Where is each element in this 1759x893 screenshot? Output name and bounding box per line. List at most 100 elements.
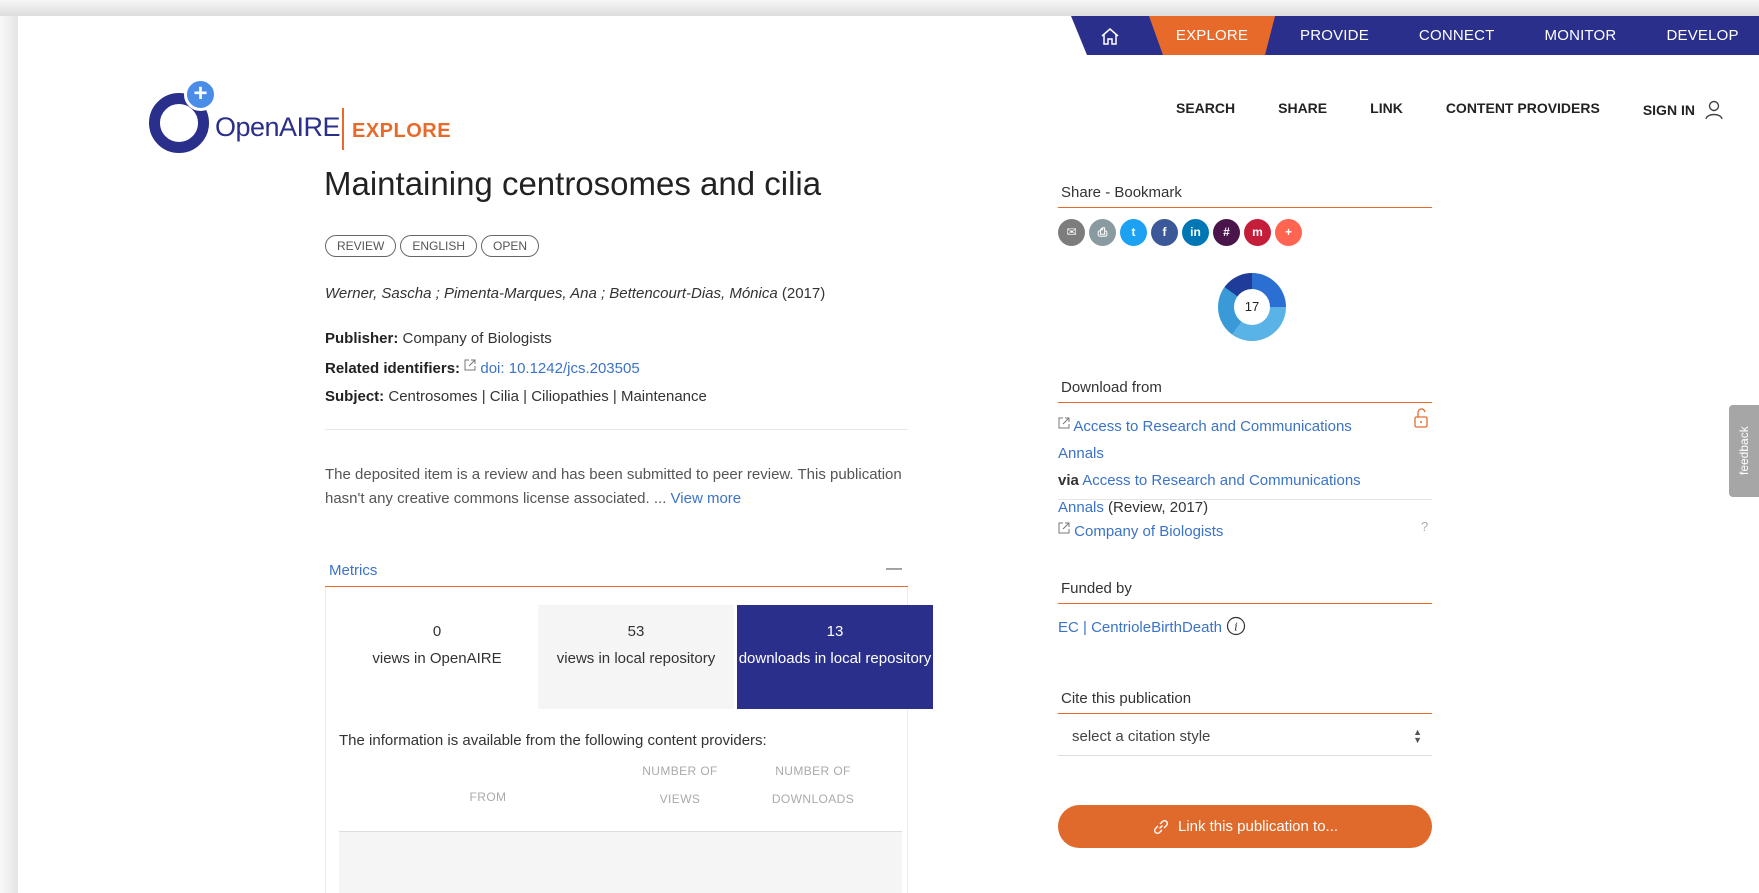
badge-access: OPEN [481, 235, 540, 257]
funder-link[interactable]: EC | CentrioleBirthDeath [1058, 619, 1222, 636]
print-icon[interactable]: ⎙ [1089, 219, 1116, 246]
badge-language: ENGLISH [400, 235, 478, 257]
home-icon [1101, 28, 1119, 45]
facebook-icon[interactable]: f [1151, 219, 1178, 246]
logo-text-explore: EXPLORE [352, 120, 452, 142]
via-link[interactable]: Access to Research and Communications An… [1058, 472, 1361, 516]
table-row [339, 831, 902, 893]
topnav-monitor[interactable]: MONITOR [1520, 16, 1642, 55]
link-publication-button[interactable]: Link this publication to... [1058, 805, 1432, 848]
subject-label: Subject: [325, 388, 385, 405]
via-label: via [1058, 472, 1079, 489]
feedback-tab[interactable]: feedback [1729, 405, 1759, 497]
abstract: The deposited item is a review and has b… [325, 463, 915, 511]
share-section: Share - Bookmark [1058, 184, 1432, 208]
badge-type: REVIEW [325, 235, 397, 257]
home-button[interactable] [1071, 16, 1149, 55]
subject-values: Centrosomes | Cilia | Ciliopathies | Mai… [388, 388, 707, 405]
download-source-1: Access to Research and Communications An… [1058, 413, 1398, 521]
topnav-develop[interactable]: DEVELOP [1641, 16, 1759, 55]
access-unknown-icon: ? [1421, 519, 1429, 534]
badge-list: REVIEW ENGLISH OPEN [325, 235, 540, 257]
metric-value: 0 [432, 623, 442, 640]
funder-row: EC | CentrioleBirthDeath i [1058, 614, 1432, 641]
metric-value: 53 [627, 623, 645, 640]
metrics-header[interactable]: Metrics — [325, 558, 908, 587]
metrics-panel: 0 views in OpenAIRE 53 views in local re… [325, 587, 933, 893]
more-share-icon[interactable]: + [1275, 219, 1302, 246]
download-section: Download from [1058, 379, 1432, 403]
metric-views-openaire: 0 views in OpenAIRE [339, 605, 535, 709]
authors-line: Werner, Sascha ; Pimenta-Marques, Ana ; … [325, 285, 825, 302]
download-title: Download from [1058, 379, 1432, 403]
nav-content-providers[interactable]: CONTENT PROVIDERS [1446, 100, 1600, 120]
nav-share[interactable]: SHARE [1278, 100, 1327, 120]
download-source-2: Company of Biologists [1058, 518, 1432, 545]
user-icon [1705, 100, 1723, 120]
slack-icon[interactable]: # [1213, 219, 1240, 246]
topnav-explore[interactable]: EXPLORE [1149, 16, 1275, 55]
download-link[interactable]: Access to Research and Communications An… [1058, 418, 1352, 462]
altmetric-score: 17 [1234, 289, 1270, 325]
link-publication-label: Link this publication to... [1177, 818, 1339, 835]
linkedin-icon[interactable]: in [1182, 219, 1209, 246]
providers-info: The information is available from the fo… [339, 732, 767, 749]
feedback-label: feedback [1737, 426, 1751, 475]
logo-plus-icon: + [184, 78, 217, 111]
email-share-icon[interactable]: ✉ [1058, 219, 1085, 246]
top-nav: EXPLORE PROVIDE CONNECT MONITOR DEVELOP [1071, 16, 1759, 55]
window-left-shadow [0, 16, 18, 893]
openaire-explore-logo[interactable]: + OpenAIRE EXPLORE [149, 78, 451, 158]
metric-label: views in OpenAIRE [372, 650, 502, 667]
via-suffix: (Review, 2017) [1108, 499, 1209, 516]
twitter-icon[interactable]: t [1120, 219, 1147, 246]
topnav-connect[interactable]: CONNECT [1394, 16, 1520, 55]
metric-downloads-local: 13 downloads in local repository [737, 605, 933, 709]
publisher-label: Publisher: [325, 330, 399, 347]
company-of-biologists-link[interactable]: Company of Biologists [1074, 523, 1223, 540]
secondary-nav: SEARCH SHARE LINK CONTENT PROVIDERS SIGN… [1176, 100, 1723, 120]
metric-label: views in local repository [556, 650, 716, 667]
th-from: FROM [469, 790, 507, 804]
external-link-icon [1058, 417, 1070, 429]
nav-search[interactable]: SEARCH [1176, 100, 1235, 120]
th-number-of-views: NUMBER OF VIEWS [642, 764, 718, 806]
related-identifiers-row: Related identifiers: doi: 10.1242/jcs.20… [325, 359, 640, 377]
open-access-unlock-icon [1414, 408, 1428, 428]
nav-link[interactable]: LINK [1370, 100, 1403, 120]
page-title: Maintaining centrosomes and cilia [324, 165, 822, 202]
cite-section: Cite this publication [1058, 690, 1432, 714]
info-icon[interactable]: i [1226, 616, 1246, 636]
link-icon [1153, 819, 1168, 834]
publisher-row: Publisher: Company of Biologists [325, 330, 552, 347]
svg-text:i: i [1234, 621, 1238, 634]
external-link-icon [1058, 522, 1070, 534]
altmetric-badge[interactable]: 17 [1218, 273, 1286, 341]
window-top-shadow [0, 0, 1759, 16]
citation-style-placeholder: select a citation style [1072, 728, 1211, 745]
share-title: Share - Bookmark [1058, 184, 1432, 208]
page: EXPLORE PROVIDE CONNECT MONITOR DEVELOP … [18, 16, 1759, 893]
publication-year: (2017) [781, 285, 826, 302]
select-arrows-icon: ▲ ▼ [1413, 727, 1422, 745]
publisher-value: Company of Biologists [402, 330, 552, 347]
metric-label: downloads in local repository [738, 650, 932, 667]
sign-in-button[interactable]: SIGN IN [1643, 100, 1723, 120]
funded-section: Funded by [1058, 580, 1432, 604]
abstract-text: The deposited item is a review and has b… [325, 466, 902, 507]
doi-link[interactable]: doi: 10.1242/jcs.203505 [480, 360, 639, 377]
divider [325, 429, 908, 430]
sign-in-label: SIGN IN [1642, 102, 1695, 118]
metrics-label: Metrics [329, 562, 378, 579]
related-identifiers-label: Related identifiers: [325, 360, 461, 377]
citation-style-select[interactable]: select a citation style ▲ ▼ [1058, 720, 1432, 756]
external-link-icon [464, 359, 476, 371]
collapse-icon[interactable]: — [886, 560, 902, 578]
metric-views-local: 53 views in local repository [538, 605, 734, 709]
cite-title: Cite this publication [1058, 690, 1432, 714]
divider [1058, 499, 1432, 500]
view-more-link[interactable]: View more [671, 490, 742, 507]
topnav-provide[interactable]: PROVIDE [1275, 16, 1394, 55]
mendeley-icon[interactable]: m [1244, 219, 1271, 246]
logo-text-openaire: OpenAIRE [215, 112, 341, 142]
